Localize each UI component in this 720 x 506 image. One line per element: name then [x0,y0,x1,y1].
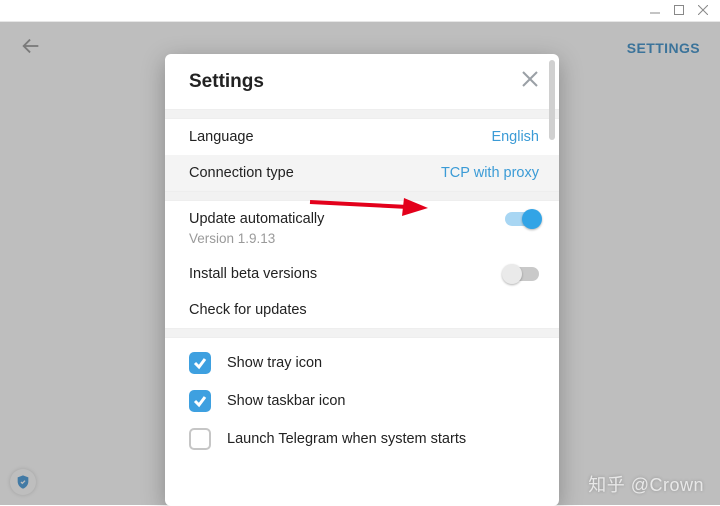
row-launch-on-start[interactable]: Launch Telegram when system starts [165,420,559,458]
modal-header: Settings [165,54,559,109]
settings-modal: Settings Language English Connection typ… [165,54,559,506]
label-language: Language [189,129,254,145]
checkbox-taskbar-icon[interactable] [189,390,211,412]
row-language[interactable]: Language English [165,119,559,155]
minimize-icon[interactable] [650,2,660,20]
section-divider [165,191,559,201]
watermark: 知乎 @Crown [588,471,704,497]
main-area: SETTINGS Settings Language English Conne… [0,22,720,505]
section-divider [165,109,559,119]
value-language: English [491,129,539,145]
label-connection: Connection type [189,165,294,181]
row-check-updates[interactable]: Check for updates [165,292,559,328]
label-show-taskbar: Show taskbar icon [227,393,345,409]
maximize-icon[interactable] [674,2,684,20]
close-icon[interactable] [521,70,539,93]
row-show-taskbar[interactable]: Show taskbar icon [165,382,559,420]
label-check-updates: Check for updates [189,302,307,318]
toggle-update-auto[interactable] [505,212,539,226]
label-update-auto: Update automatically [189,211,324,227]
checkbox-tray-icon[interactable] [189,352,211,374]
modal-body: Language English Connection type TCP wit… [165,109,559,506]
toggle-install-beta[interactable] [505,267,539,281]
value-connection: TCP with proxy [441,165,539,181]
window-titlebar [0,0,720,22]
scrollbar-thumb[interactable] [549,60,555,140]
label-version: Version 1.9.13 [165,231,559,256]
label-show-tray: Show tray icon [227,355,322,371]
row-install-beta[interactable]: Install beta versions [165,256,559,292]
label-launch-start: Launch Telegram when system starts [227,431,466,447]
close-window-icon[interactable] [698,2,708,20]
checkbox-launch-start[interactable] [189,428,211,450]
modal-title: Settings [189,71,264,93]
section-divider [165,328,559,338]
label-install-beta: Install beta versions [189,266,317,282]
row-connection-type[interactable]: Connection type TCP with proxy [165,155,559,191]
row-show-tray[interactable]: Show tray icon [165,344,559,382]
